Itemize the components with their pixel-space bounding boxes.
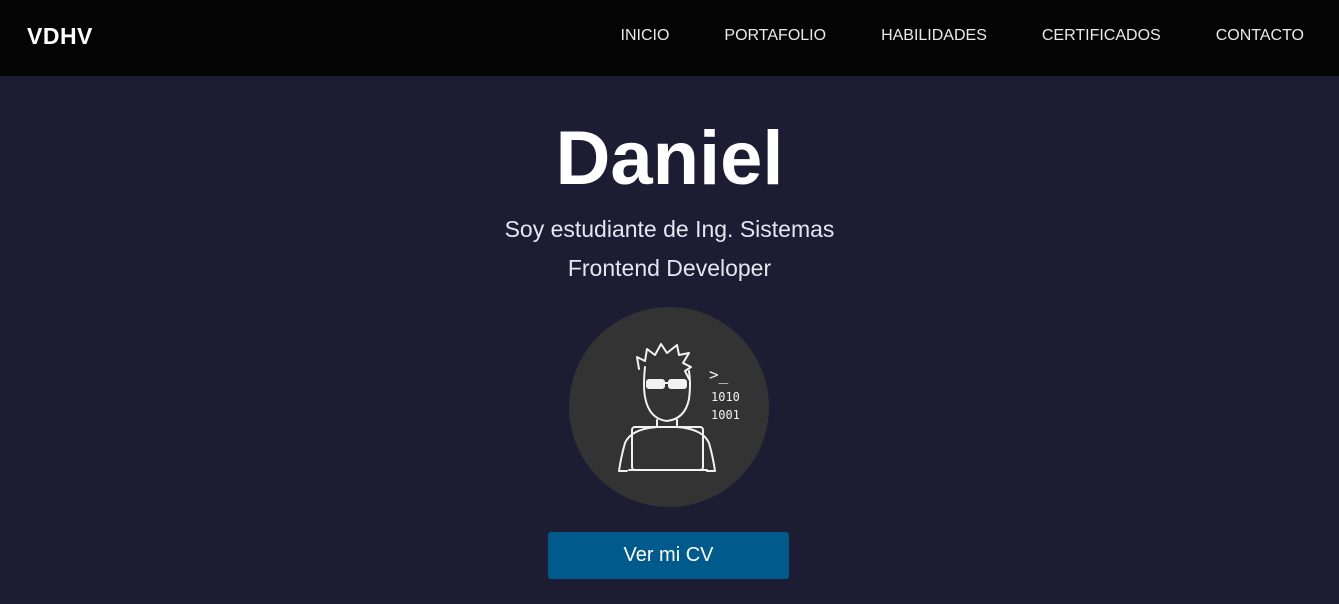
hero-section: Daniel Soy estudiante de Ing. Sistemas F… — [0, 76, 1339, 604]
brand-logo[interactable]: VDHV — [27, 23, 93, 50]
nav-link-habilidades[interactable]: HABILIDADES — [881, 27, 987, 45]
navbar: VDHV INICIO PORTAFOLIO HABILIDADES CERTI… — [0, 0, 1339, 76]
binary-line-1: 1010 — [711, 390, 740, 404]
nav-link-inicio[interactable]: INICIO — [621, 27, 670, 45]
hero-name: Daniel — [555, 116, 784, 201]
avatar: >_ 1010 1001 — [569, 307, 769, 507]
hero-subtitle-role: Frontend Developer — [567, 255, 772, 281]
hero-subtitle-student: Soy estudiante de Ing. Sistemas — [504, 216, 835, 242]
developer-laptop-icon: >_ 1010 1001 — [618, 343, 740, 472]
nav-links: INICIO PORTAFOLIO HABILIDADES CERTIFICAD… — [566, 27, 1304, 45]
nav-link-portafolio[interactable]: PORTAFOLIO — [724, 27, 826, 45]
nav-link-contacto[interactable]: CONTACTO — [1216, 27, 1304, 45]
binary-line-2: 1001 — [711, 408, 740, 422]
nav-link-certificados[interactable]: CERTIFICADOS — [1042, 27, 1161, 45]
terminal-prompt: >_ — [709, 365, 729, 384]
view-cv-button[interactable]: Ver mi CV — [548, 532, 789, 579]
